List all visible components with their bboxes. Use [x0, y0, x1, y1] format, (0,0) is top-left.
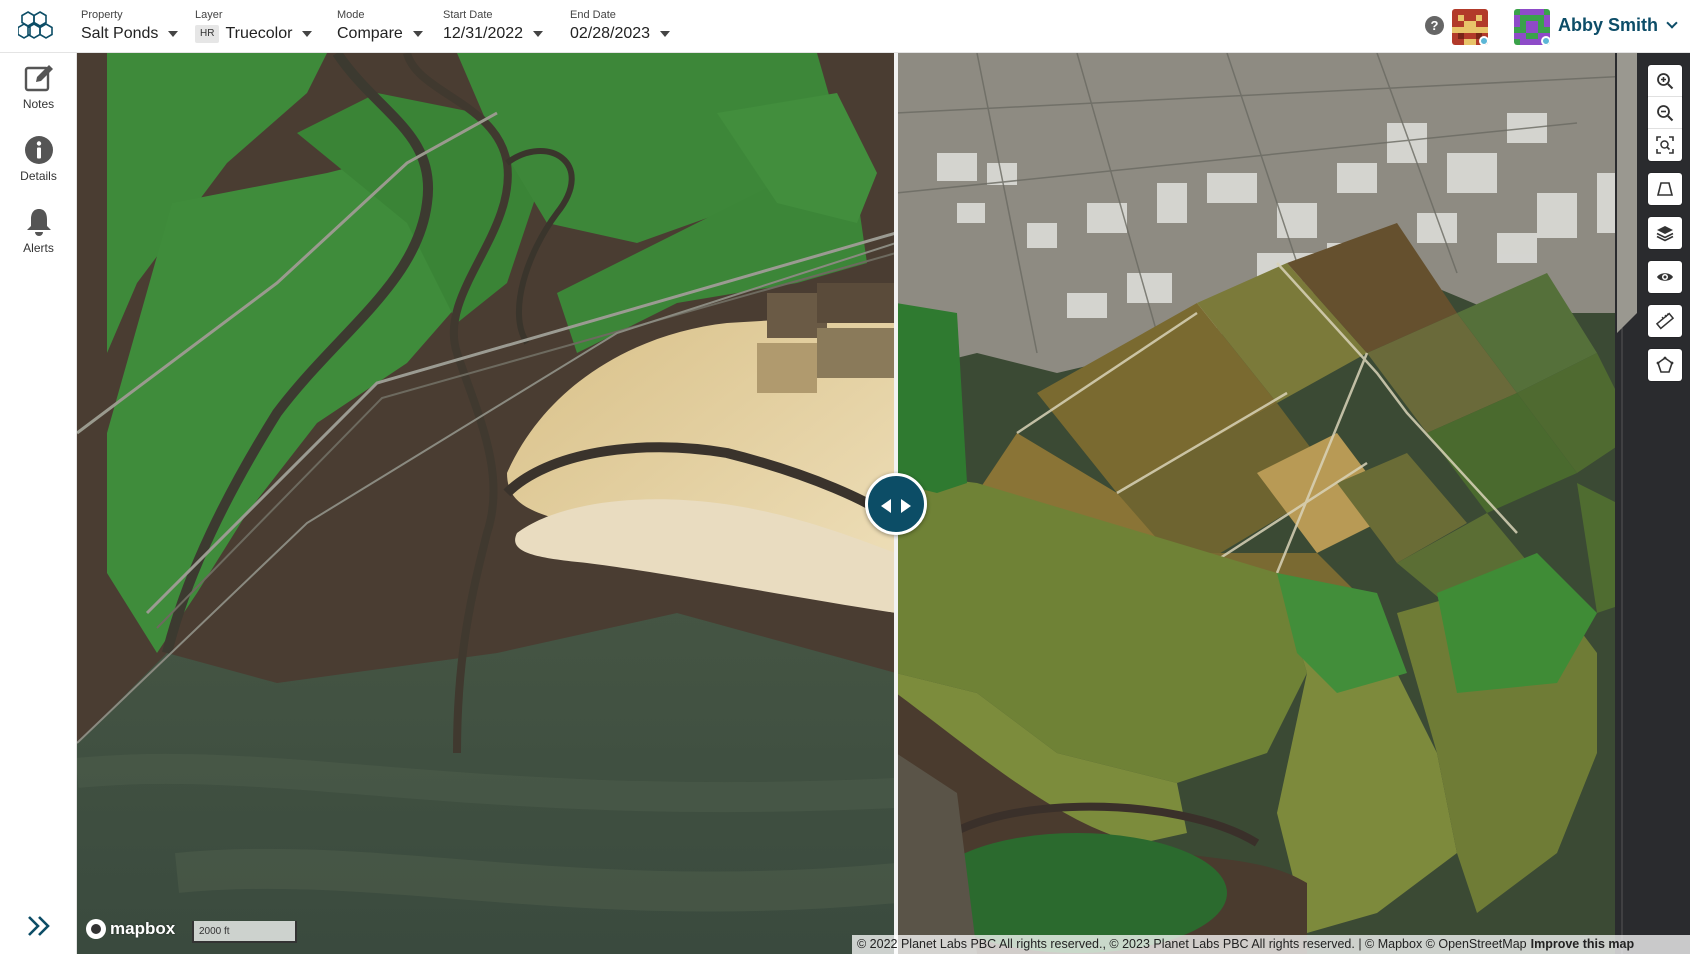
- visibility-icon: [1657, 273, 1673, 281]
- sidebar-item-label: Notes: [22, 97, 55, 111]
- bell-icon: [26, 209, 51, 236]
- improve-map-link[interactable]: Improve this map: [1531, 937, 1635, 951]
- top-bar: Property Salt Ponds Layer HR Truecolor Mo…: [0, 0, 1690, 53]
- compare-swipe-handle[interactable]: [865, 473, 927, 535]
- fit-extent-button[interactable]: [1648, 129, 1682, 161]
- layers-button[interactable]: [1648, 217, 1682, 249]
- mode-value: Compare: [337, 25, 403, 42]
- layer-label: Layer: [195, 9, 223, 21]
- property-label: Property: [81, 9, 123, 21]
- mapbox-logo-text: mapbox: [110, 919, 176, 938]
- zoom-in-button[interactable]: [1648, 65, 1682, 97]
- sidebar-item-label: Alerts: [23, 241, 54, 255]
- end-date-select[interactable]: End Date 02/28/2023: [570, 9, 671, 44]
- map-scale-bar: 2000 ft: [192, 921, 297, 943]
- zoom-in-icon: [1657, 73, 1674, 90]
- mapbox-icon: [86, 919, 106, 939]
- right-image-after: [896, 53, 1690, 954]
- perspective-button[interactable]: [1648, 173, 1682, 205]
- resolution-badge: HR: [195, 25, 220, 43]
- organization-avatar[interactable]: [1452, 9, 1488, 45]
- zoom-out-icon: [1657, 105, 1674, 122]
- user-avatar[interactable]: [1514, 9, 1550, 45]
- double-chevron-right-icon[interactable]: [26, 913, 52, 939]
- start-date-value: 12/31/2022: [443, 25, 524, 42]
- mode-label: Mode: [337, 9, 365, 21]
- draw-polygon-button[interactable]: [1648, 349, 1682, 381]
- caret-down-icon: [412, 31, 423, 37]
- layer-select[interactable]: Layer HR Truecolor: [195, 9, 313, 44]
- arrow-right-icon: [901, 499, 911, 513]
- caret-down-icon: [168, 31, 179, 37]
- sidebar-item-alerts[interactable]: Alerts: [0, 207, 77, 255]
- caret-down-icon: [302, 31, 313, 37]
- property-value: Salt Ponds: [81, 25, 159, 42]
- map-attribution: © 2022 Planet Labs PBC All rights reserv…: [852, 935, 1690, 954]
- arrow-left-icon: [881, 499, 891, 513]
- user-name: Abby Smith: [1558, 15, 1659, 35]
- layer-value: Truecolor: [225, 25, 293, 42]
- visibility-button[interactable]: [1648, 261, 1682, 293]
- sidebar-item-details[interactable]: Details: [0, 135, 77, 183]
- chevron-down-icon: [1666, 17, 1678, 29]
- left-image-before: [77, 53, 896, 954]
- help-icon[interactable]: ?: [1425, 16, 1444, 35]
- map-viewport[interactable]: mapbox 2000 ft © 2022 Planet Labs PBC Al…: [77, 53, 1690, 954]
- perspective-icon: [1656, 182, 1674, 196]
- mode-select[interactable]: Mode Compare: [337, 9, 423, 44]
- measure-icon: [1656, 312, 1674, 330]
- caret-down-icon: [660, 31, 671, 37]
- user-menu[interactable]: Abby Smith: [1558, 15, 1678, 36]
- start-date-select[interactable]: Start Date 12/31/2022: [443, 9, 544, 44]
- caret-down-icon: [533, 31, 544, 37]
- start-date-label: Start Date: [443, 9, 493, 21]
- draw-polygon-icon: [1656, 356, 1674, 373]
- measure-button[interactable]: [1648, 305, 1682, 337]
- sidebar-item-label: Details: [20, 169, 57, 183]
- mapbox-logo[interactable]: mapbox: [86, 919, 175, 939]
- attribution-text: © 2022 Planet Labs PBC All rights reserv…: [857, 937, 1527, 951]
- end-date-label: End Date: [570, 9, 616, 21]
- left-sidebar: Notes Details Alerts: [0, 53, 77, 954]
- zoom-out-button[interactable]: [1648, 97, 1682, 129]
- online-status-dot: [1541, 36, 1550, 45]
- layers-icon: [1656, 226, 1674, 242]
- info-icon: [24, 136, 53, 164]
- fit-extent-icon: [1656, 136, 1674, 154]
- hexagon-logo-icon[interactable]: [18, 10, 58, 44]
- sidebar-item-notes[interactable]: Notes: [0, 63, 77, 111]
- edit-icon: [24, 65, 53, 92]
- end-date-value: 02/28/2023: [570, 25, 651, 42]
- online-status-dot: [1479, 36, 1488, 45]
- property-select[interactable]: Property Salt Ponds: [81, 9, 179, 44]
